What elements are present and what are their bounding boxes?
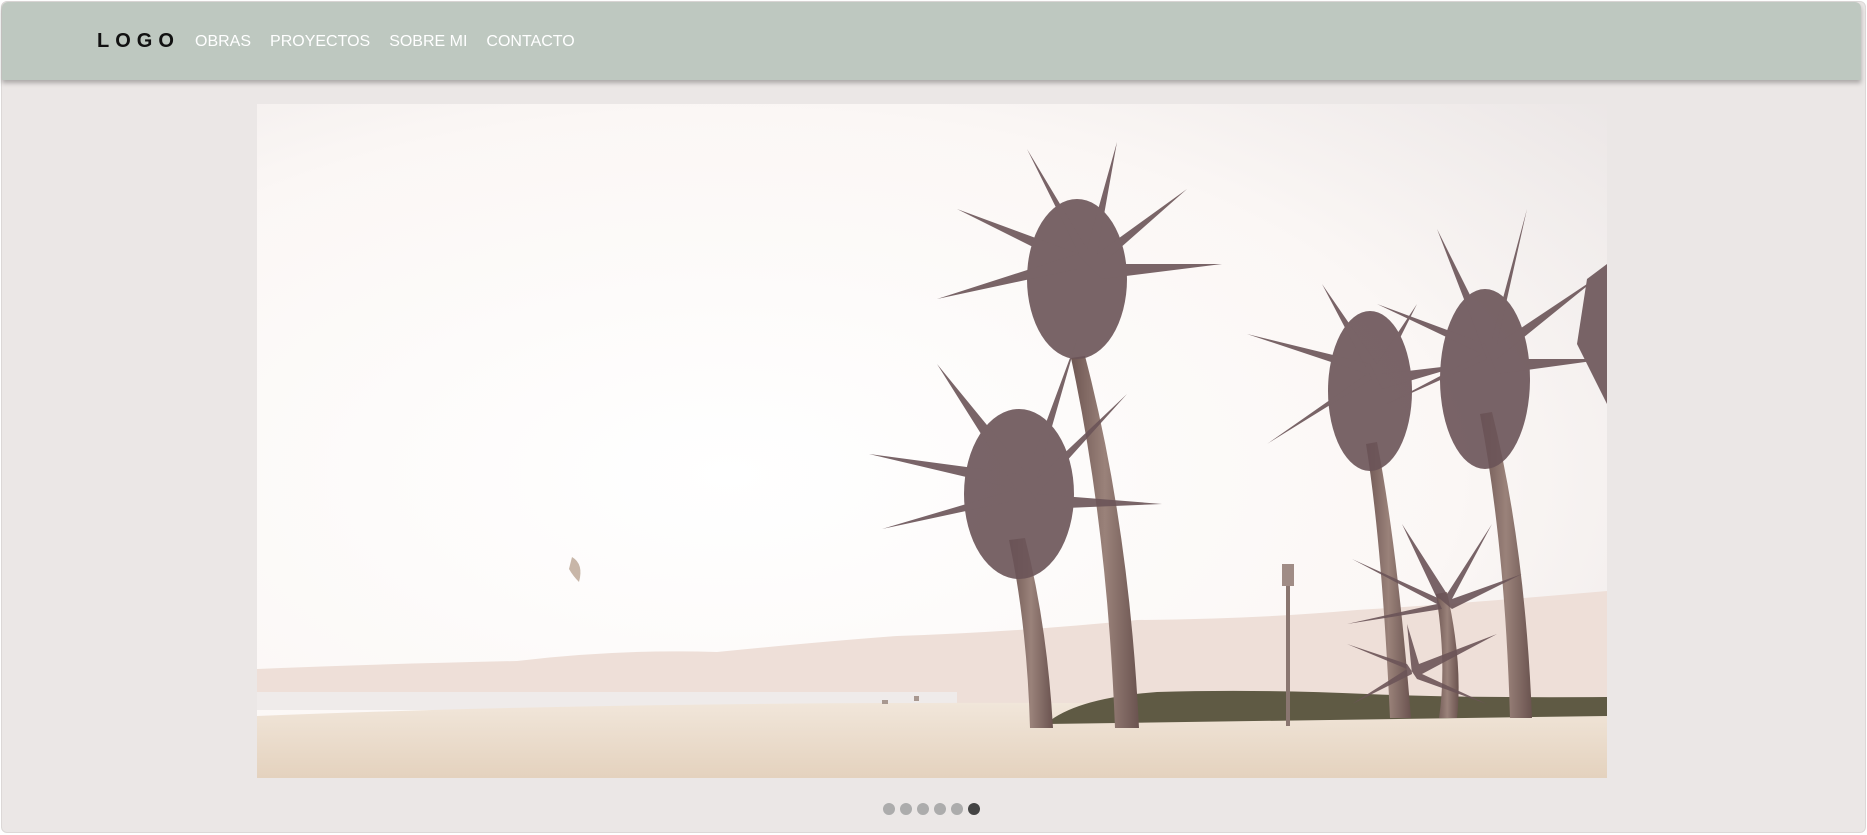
nav-link-contacto[interactable]: CONTACTO [486,33,574,51]
carousel-dot-2[interactable] [900,803,912,815]
carousel-dot-1[interactable] [883,803,895,815]
carousel-dot-5[interactable] [951,803,963,815]
beach-palm-trees-photo [257,104,1607,778]
carousel-dot-6[interactable] [968,803,980,815]
nav-link-obras[interactable]: OBRAS [195,33,251,51]
nav-links: OBRAS PROYECTOS SOBRE MI CONTACTO [195,33,575,51]
nav-link-proyectos[interactable]: PROYECTOS [270,33,370,51]
nav-link-sobre-mi[interactable]: SOBRE MI [389,33,467,51]
carousel-dot-4[interactable] [934,803,946,815]
logo[interactable]: LOGO [97,30,180,53]
top-navbar: LOGO OBRAS PROYECTOS SOBRE MI CONTACTO [2,2,1861,80]
carousel-dot-3[interactable] [917,803,929,815]
carousel-slide-image[interactable] [257,104,1607,778]
carousel-indicators [883,803,980,815]
